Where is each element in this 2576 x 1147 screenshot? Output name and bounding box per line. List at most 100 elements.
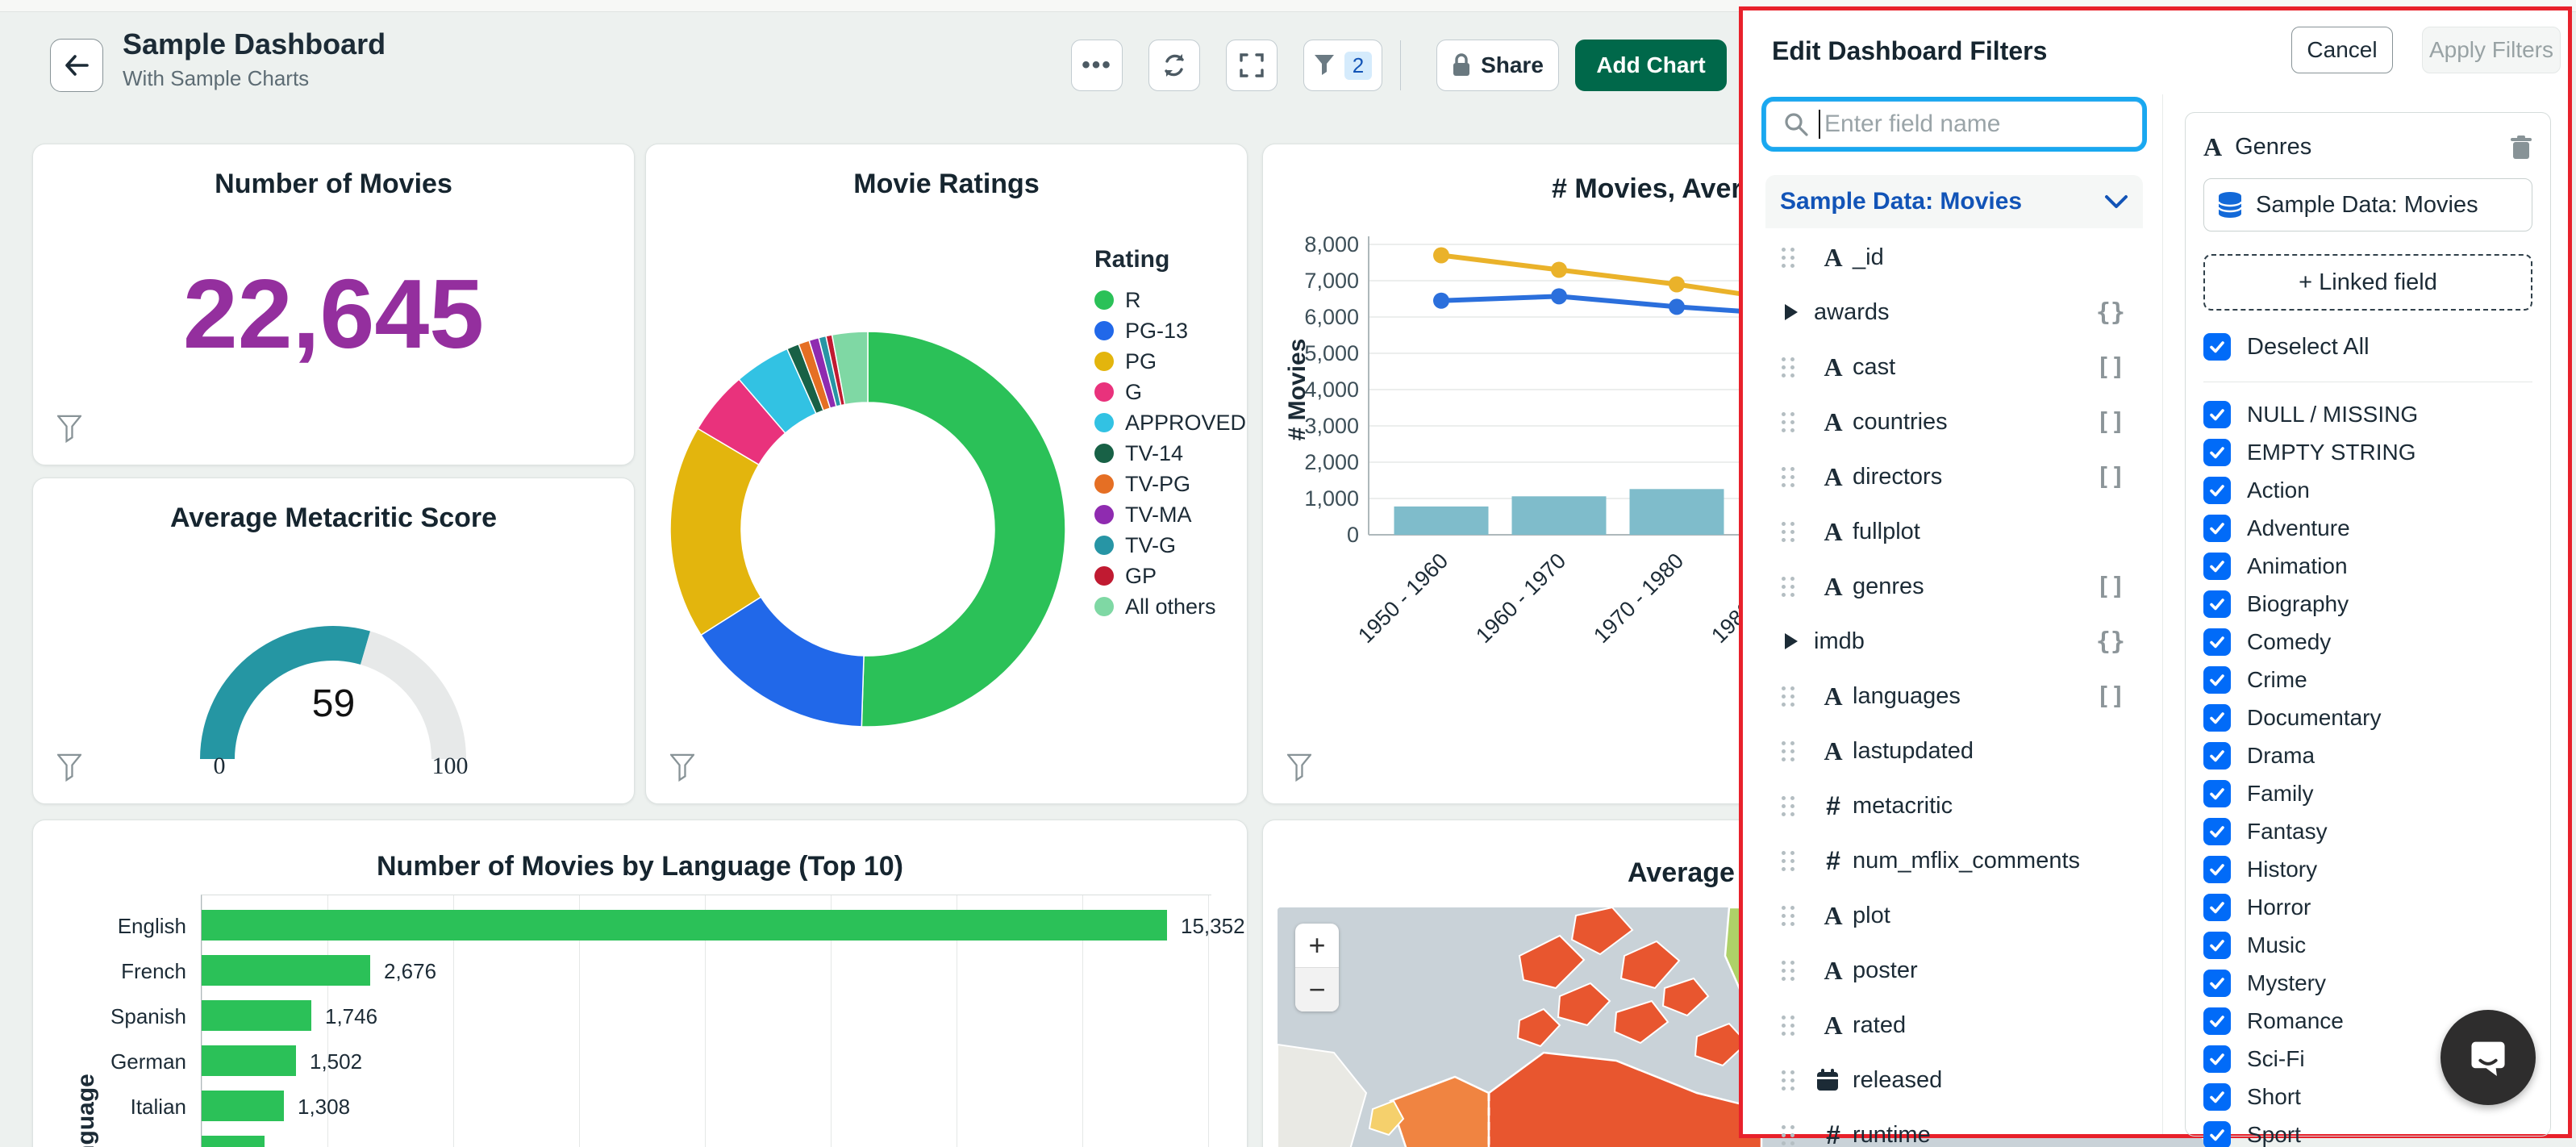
drag-handle-icon[interactable] [1782, 903, 1794, 928]
back-button[interactable] [50, 39, 103, 92]
dashboard-filter-button[interactable]: 2 [1303, 40, 1382, 91]
add-chart-button[interactable]: Add Chart [1575, 40, 1727, 91]
filter-option-Animation[interactable]: Animation [2203, 547, 2532, 585]
option-checkbox[interactable] [2203, 969, 2231, 997]
filter-option-History[interactable]: History [2203, 850, 2532, 888]
field-row-cast[interactable]: Acast [] [1765, 340, 2143, 394]
refresh-button[interactable] [1148, 40, 1200, 91]
bar-Italian[interactable] [202, 1091, 284, 1121]
option-checkbox[interactable] [2203, 703, 2231, 732]
drag-handle-icon[interactable] [1782, 465, 1794, 489]
option-checkbox[interactable] [2203, 1045, 2231, 1073]
legend-item-APPROVED[interactable]: APPROVED [1094, 407, 1246, 438]
filter-option-Comedy[interactable]: Comedy [2203, 623, 2532, 661]
option-checkbox[interactable] [2203, 1007, 2231, 1035]
legend-item-TV-14[interactable]: TV-14 [1094, 438, 1246, 469]
drag-handle-icon[interactable] [1782, 1068, 1794, 1092]
data-source-section[interactable]: Sample Data: Movies [1765, 175, 2143, 228]
line-point-series1-1950 - 1960[interactable] [1433, 247, 1449, 264]
filter-option-Action[interactable]: Action [2203, 471, 2532, 509]
field-row-plot[interactable]: Aplot [1765, 888, 2143, 943]
map-zoom-in-button[interactable]: + [1295, 924, 1339, 967]
drag-handle-icon[interactable] [1782, 739, 1794, 763]
chat-widget-button[interactable] [2441, 1010, 2536, 1105]
filter-source-chip[interactable]: Sample Data: Movies [2203, 178, 2532, 231]
add-linked-field-button[interactable]: + Linked field [2203, 254, 2532, 311]
legend-item-R[interactable]: R [1094, 285, 1246, 315]
option-checkbox[interactable] [2203, 476, 2231, 504]
field-row-directors[interactable]: Adirectors [] [1765, 449, 2143, 504]
bar-French[interactable] [202, 955, 370, 986]
chart-filter-icon[interactable] [670, 753, 694, 782]
bar-1960 - 1970[interactable] [1511, 496, 1607, 535]
legend-item-GP[interactable]: GP [1094, 561, 1246, 591]
legend-item-All others[interactable]: All others [1094, 591, 1246, 622]
option-checkbox[interactable] [2203, 438, 2231, 466]
option-checkbox[interactable] [2203, 741, 2231, 770]
field-row-fullplot[interactable]: Afullplot [1765, 504, 2143, 559]
drag-handle-icon[interactable] [1782, 849, 1794, 873]
field-row-metacritic[interactable]: # metacritic [1765, 778, 2143, 833]
option-checkbox[interactable] [2203, 779, 2231, 807]
option-checkbox[interactable] [2203, 514, 2231, 542]
legend-item-PG-13[interactable]: PG-13 [1094, 315, 1246, 346]
filter-option-Family[interactable]: Family [2203, 774, 2532, 812]
map-zoom-out-button[interactable]: − [1295, 967, 1339, 1011]
donut-segment-PG[interactable] [669, 428, 762, 636]
filter-option-EMPTY STRING[interactable]: EMPTY STRING [2203, 433, 2532, 471]
line-point-series1-1960 - 1970[interactable] [1551, 261, 1567, 278]
donut-segment-R[interactable] [861, 331, 1066, 728]
bar-German[interactable] [202, 1045, 296, 1076]
drag-handle-icon[interactable] [1782, 245, 1794, 269]
share-button[interactable]: Share [1436, 40, 1559, 91]
field-row-genres[interactable]: Agenres [] [1765, 559, 2143, 614]
filter-option-Sport[interactable]: Sport [2203, 1116, 2532, 1147]
option-checkbox[interactable] [2203, 628, 2231, 656]
legend-item-TV-MA[interactable]: TV-MA [1094, 499, 1246, 530]
legend-item-G[interactable]: G [1094, 377, 1246, 407]
filter-option-Mystery[interactable]: Mystery [2203, 964, 2532, 1002]
option-checkbox[interactable] [2203, 1120, 2231, 1147]
legend-item-TV-G[interactable]: TV-G [1094, 530, 1246, 561]
option-checkbox[interactable] [2203, 817, 2231, 845]
option-checkbox[interactable] [2203, 552, 2231, 580]
drag-handle-icon[interactable] [1782, 958, 1794, 982]
line-point-series1-1970 - 1980[interactable] [1669, 276, 1685, 293]
chart-filter-icon[interactable] [1287, 753, 1311, 782]
bar-Spanish[interactable] [202, 1000, 311, 1031]
option-checkbox[interactable] [2203, 931, 2231, 959]
drag-handle-icon[interactable] [1782, 410, 1794, 434]
field-row-poster[interactable]: Aposter [1765, 943, 2143, 998]
chart-filter-icon[interactable] [57, 753, 81, 782]
bar-1950 - 1960[interactable] [1394, 506, 1489, 535]
field-row-languages[interactable]: Alanguages [] [1765, 669, 2143, 724]
field-row-_id[interactable]: A _id [1765, 230, 2143, 285]
line-point-series2-1960 - 1970[interactable] [1551, 288, 1567, 305]
filter-option-Fantasy[interactable]: Fantasy [2203, 812, 2532, 850]
filter-option-Music[interactable]: Music [2203, 926, 2532, 964]
field-search-input[interactable] [1765, 101, 2143, 148]
expand-arrow-icon[interactable] [1785, 304, 1798, 320]
bar-partial[interactable] [202, 1136, 265, 1147]
drag-handle-icon[interactable] [1782, 355, 1794, 379]
option-checkbox[interactable] [2203, 400, 2231, 428]
filter-option-Documentary[interactable]: Documentary [2203, 699, 2532, 736]
deselect-all-row[interactable]: Deselect All [2203, 333, 2532, 361]
filter-option-NULL / MISSING[interactable]: NULL / MISSING [2203, 395, 2532, 433]
bar-English[interactable] [202, 910, 1167, 941]
line-point-series2-1950 - 1960[interactable] [1433, 292, 1449, 309]
option-checkbox[interactable] [2203, 1082, 2231, 1111]
field-row-imdb[interactable]: imdb {} [1765, 614, 2143, 669]
drag-handle-icon[interactable] [1782, 794, 1794, 818]
field-row-lastupdated[interactable]: Alastupdated [1765, 724, 2143, 778]
field-row-runtime[interactable]: # runtime [1765, 1107, 2143, 1147]
drag-handle-icon[interactable] [1782, 519, 1794, 544]
apply-filters-button[interactable]: Apply Filters [2422, 27, 2561, 73]
option-checkbox[interactable] [2203, 590, 2231, 618]
drag-handle-icon[interactable] [1782, 574, 1794, 599]
field-row-rated[interactable]: Arated [1765, 998, 2143, 1053]
field-row-released[interactable]: released [1765, 1053, 2143, 1107]
expand-arrow-icon[interactable] [1785, 633, 1798, 649]
line-point-series2-1970 - 1980[interactable] [1669, 298, 1685, 315]
fullscreen-button[interactable] [1226, 40, 1278, 91]
